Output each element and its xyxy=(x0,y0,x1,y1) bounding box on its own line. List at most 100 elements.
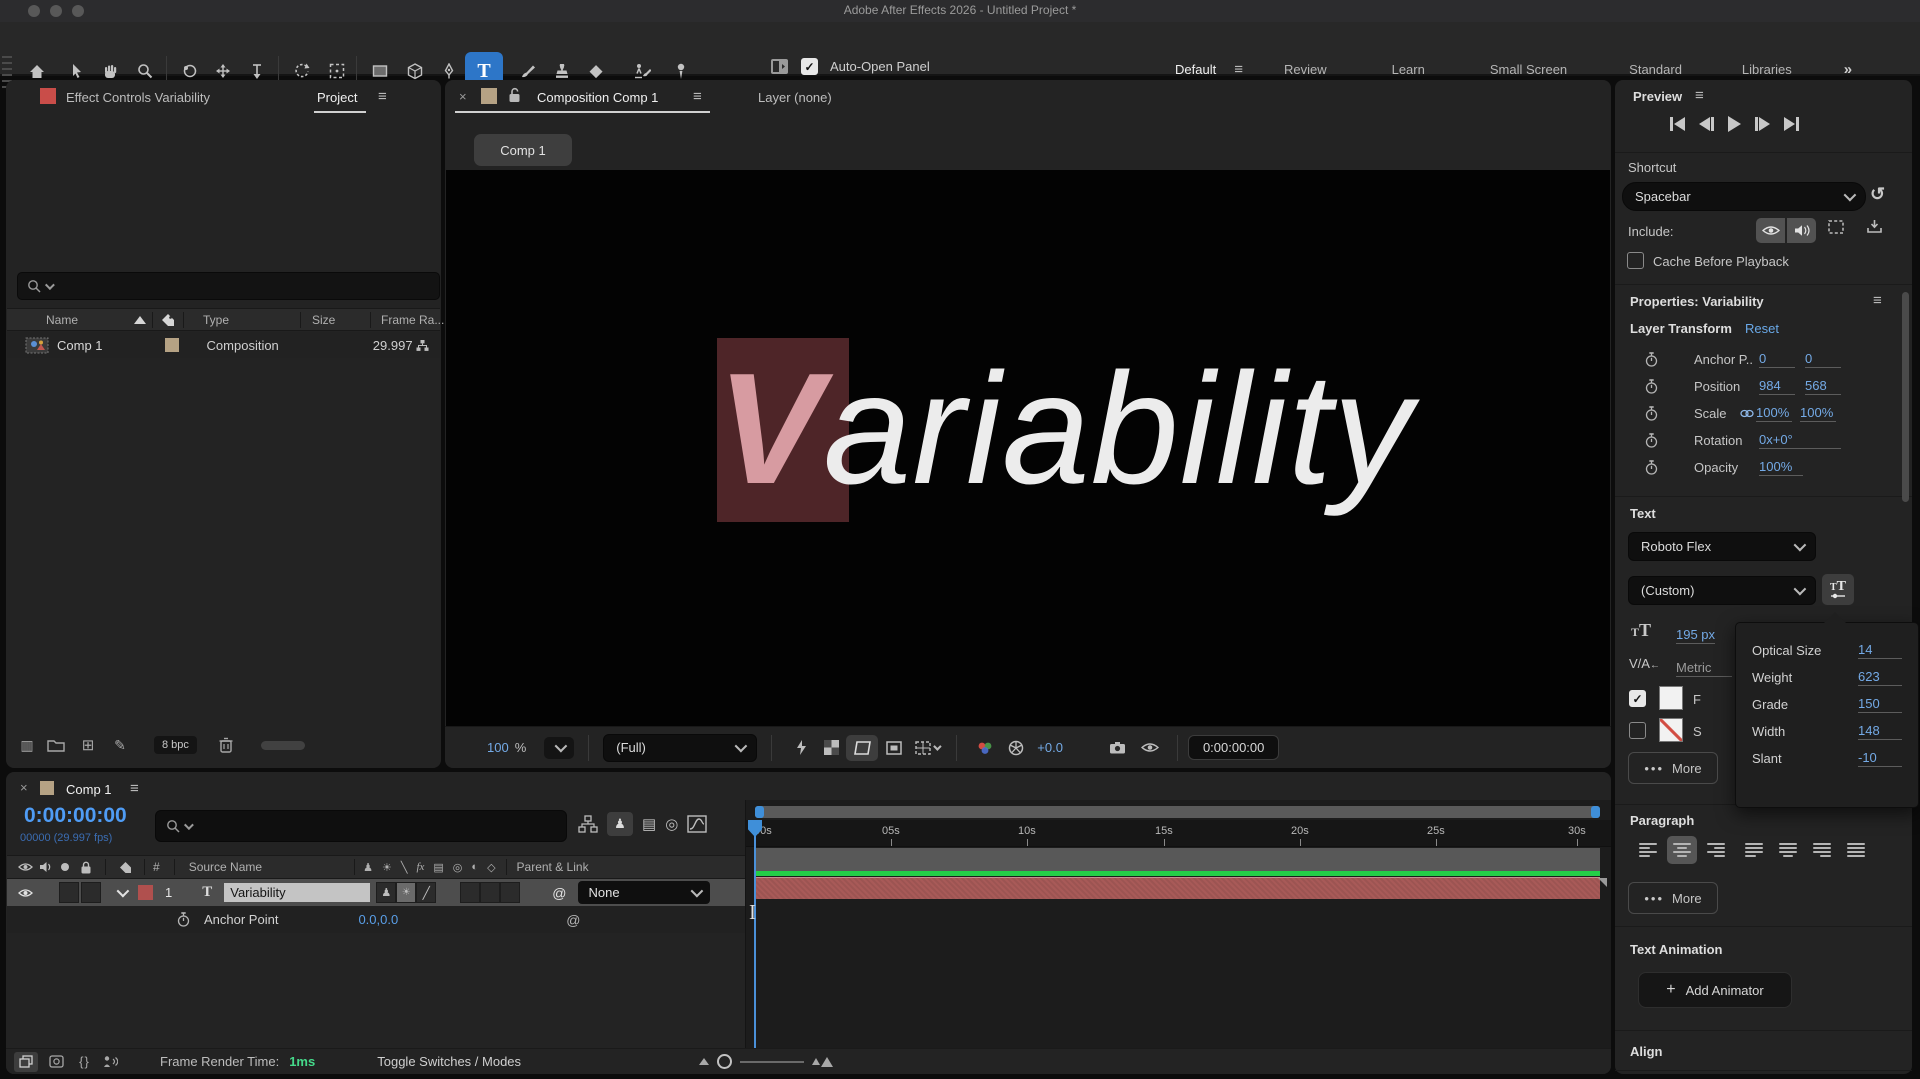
scale-y-value[interactable]: 100% xyxy=(1800,405,1836,422)
cache-before-playback-checkbox[interactable] xyxy=(1627,252,1644,269)
stopwatch-icon[interactable] xyxy=(1645,433,1658,448)
position-y-value[interactable]: 568 xyxy=(1805,378,1841,395)
stopwatch-icon[interactable] xyxy=(1645,460,1658,475)
weight-value[interactable]: 623 xyxy=(1858,669,1902,686)
expressions-icon[interactable]: { } xyxy=(72,1054,96,1069)
project-panel-menu-icon[interactable]: ≡ xyxy=(378,88,386,105)
project-row-comp1[interactable]: Comp 1 Composition 29.997 xyxy=(7,332,440,358)
layer-motion-blur-switch[interactable] xyxy=(460,882,480,903)
layer-row[interactable]: 1 T Variability ♟ ☀ ╱ @ None xyxy=(7,879,745,906)
optical-size-value[interactable]: 14 xyxy=(1858,642,1902,659)
include-overlays-icon[interactable] xyxy=(1823,219,1849,235)
add-animator-button[interactable]: + Add Animator xyxy=(1638,972,1792,1008)
new-composition-icon[interactable]: ⊞ xyxy=(72,736,104,754)
font-family-dropdown[interactable]: Roboto Flex xyxy=(1628,532,1816,561)
column-type[interactable]: Type xyxy=(203,313,229,327)
toggle-switches-modes-button[interactable]: Toggle Switches / Modes xyxy=(377,1054,521,1069)
anchor-x-value[interactable]: 0 xyxy=(1759,351,1795,368)
anchor-point-property-row[interactable]: Anchor Point 0.0,0.0 @ xyxy=(7,906,745,933)
workspace-standard[interactable]: Standard xyxy=(1629,62,1682,77)
mini-flowchart-icon[interactable] xyxy=(578,815,598,833)
project-item-name[interactable]: Comp 1 xyxy=(57,338,103,353)
close-tab-icon[interactable]: × xyxy=(459,89,467,104)
slant-value[interactable]: -10 xyxy=(1858,750,1902,767)
fill-checkbox[interactable]: ✓ xyxy=(1629,690,1646,707)
threed-column-icon[interactable]: ◇ xyxy=(487,861,495,874)
shy-layers-icon[interactable]: ▤ xyxy=(642,815,656,833)
export-frame-icon[interactable] xyxy=(1861,219,1887,234)
justify-last-right-button[interactable] xyxy=(1807,836,1837,864)
layer-expand-chevron-icon[interactable] xyxy=(117,885,130,898)
include-video-eye-button[interactable] xyxy=(1756,218,1785,243)
draft-3d-icon[interactable]: ♟ xyxy=(607,812,633,836)
comp-tab-menu-icon[interactable]: ≡ xyxy=(693,88,701,105)
timeline-zoom-knob[interactable] xyxy=(717,1054,732,1069)
comp-label-color[interactable] xyxy=(481,88,497,104)
timeline-zoom-track[interactable] xyxy=(740,1061,804,1063)
work-area-bar[interactable] xyxy=(755,848,1600,871)
adjust-icon[interactable]: ✎ xyxy=(104,737,136,754)
sort-ascending-icon[interactable] xyxy=(134,316,146,324)
panel-icon[interactable] xyxy=(770,58,789,75)
region-of-interest-icon[interactable] xyxy=(878,741,910,755)
layer-adjustment-switch[interactable] xyxy=(480,882,500,903)
stopwatch-icon[interactable] xyxy=(177,912,190,927)
column-frame-rate[interactable]: Frame Ra... xyxy=(381,313,444,327)
workspace-overflow-icon[interactable]: » xyxy=(1844,61,1852,78)
graph-editor-icon[interactable] xyxy=(687,815,707,833)
grid-guides-icon[interactable] xyxy=(910,741,944,755)
comp-breadcrumb-chip[interactable]: Comp 1 xyxy=(474,134,572,166)
stopwatch-icon[interactable] xyxy=(1645,406,1658,421)
text-more-button[interactable]: ••• More xyxy=(1628,752,1718,784)
show-snapshot-eye-icon[interactable] xyxy=(1133,742,1167,753)
bit-depth-button[interactable]: 8 bpc xyxy=(154,736,197,754)
parent-pickwhip-icon[interactable]: @ xyxy=(552,885,566,901)
timeline-navigator-bar[interactable] xyxy=(755,806,1600,818)
anchor-point-value[interactable]: 0.0,0.0 xyxy=(358,912,398,927)
opacity-value[interactable]: 100% xyxy=(1759,459,1803,476)
last-frame-button[interactable] xyxy=(1784,117,1799,131)
rotation-value[interactable]: 0x+0° xyxy=(1759,432,1841,449)
layer-shy-switch[interactable]: ♟ xyxy=(376,882,396,903)
zoom-out-mountain-icon[interactable] xyxy=(699,1058,709,1065)
layer-lock-box[interactable] xyxy=(81,882,101,903)
stroke-color-swatch[interactable] xyxy=(1659,718,1683,742)
layer-label-color[interactable] xyxy=(138,885,153,900)
parent-dropdown[interactable]: None xyxy=(578,881,710,904)
canvas-text[interactable]: Variability xyxy=(717,350,1413,508)
properties-menu-icon[interactable]: ≡ xyxy=(1873,292,1881,309)
expand-layers-icon[interactable] xyxy=(14,1052,38,1072)
play-button[interactable] xyxy=(1728,116,1741,132)
stroke-checkbox[interactable] xyxy=(1629,722,1646,739)
timeline-tab[interactable]: Comp 1 xyxy=(66,782,112,797)
position-x-value[interactable]: 984 xyxy=(1759,378,1795,395)
kerning-value[interactable]: Metric xyxy=(1676,660,1732,677)
variable-font-settings-button[interactable]: TT xyxy=(1822,574,1854,605)
shy-column-icon[interactable]: ♟ xyxy=(363,861,373,874)
navigator-start-handle[interactable] xyxy=(755,806,764,818)
horizontal-scrollbar-thumb[interactable] xyxy=(261,741,305,750)
frame-blend-column-icon[interactable]: ╲ xyxy=(401,861,408,874)
zoom-value[interactable]: 100 xyxy=(487,740,509,755)
exposure-shutter-icon[interactable] xyxy=(1001,740,1031,756)
close-tab-icon[interactable]: × xyxy=(20,780,28,795)
comp-marker-icon[interactable] xyxy=(1598,878,1607,887)
next-frame-button[interactable] xyxy=(1755,117,1770,131)
tab-composition[interactable]: Composition Comp 1 xyxy=(537,90,658,105)
fast-previews-icon[interactable] xyxy=(786,740,816,755)
font-size-value[interactable]: 195 px xyxy=(1676,627,1715,644)
tab-effect-controls[interactable]: Effect Controls Variability xyxy=(66,90,210,105)
channel-rgb-icon[interactable] xyxy=(969,741,1001,755)
scale-x-value[interactable]: 100% xyxy=(1756,405,1792,422)
viewer-timecode[interactable]: 0:00:00:00 xyxy=(1188,735,1279,760)
label-column-tag-icon[interactable] xyxy=(160,312,176,328)
audio-preview-icon[interactable] xyxy=(98,1055,122,1068)
auto-open-checkbox[interactable]: ✓ xyxy=(801,58,818,75)
zoom-dropdown-button[interactable] xyxy=(544,737,574,759)
reset-shortcut-icon[interactable]: ↺ xyxy=(1870,184,1885,205)
item-label-color[interactable] xyxy=(165,338,179,352)
effects-fx-column-icon[interactable]: fx xyxy=(416,861,424,873)
fill-color-swatch[interactable] xyxy=(1659,686,1683,710)
font-style-dropdown[interactable]: (Custom) xyxy=(1628,576,1816,605)
mask-visibility-icon[interactable] xyxy=(846,735,878,761)
